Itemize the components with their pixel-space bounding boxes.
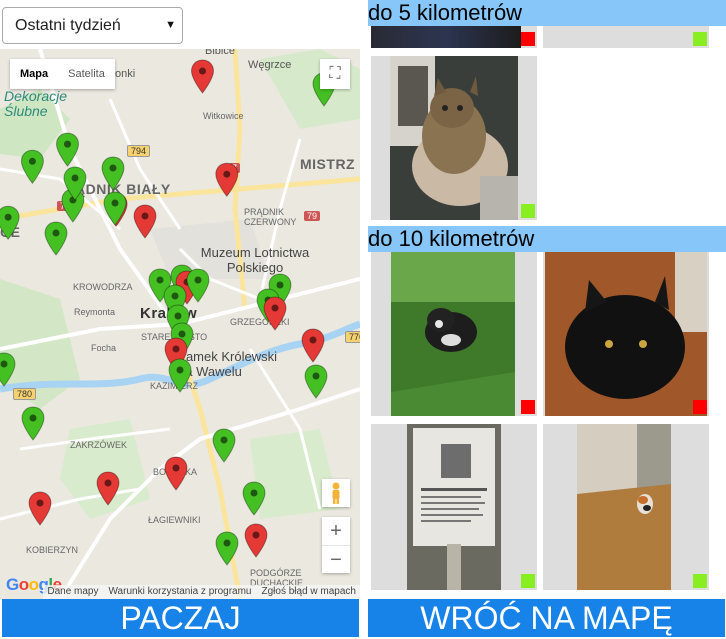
map-pin[interactable] <box>301 328 325 363</box>
map-pin[interactable] <box>0 352 16 387</box>
status-badge <box>693 574 707 588</box>
left-panel: Ostatni tydzień ▼ Bibice Węgrzce ielonki… <box>0 0 362 639</box>
map-pins <box>0 59 336 566</box>
map-pin[interactable] <box>164 456 188 491</box>
map-pin[interactable] <box>96 471 120 506</box>
map-pin[interactable] <box>21 406 45 441</box>
map-terms-link[interactable]: Warunki korzystania z programu <box>108 585 251 599</box>
back-to-map-button[interactable]: WRÓĆ NA MAPĘ <box>368 599 725 637</box>
map-type-map-button[interactable]: Mapa <box>10 59 58 89</box>
cat-photo <box>577 424 671 590</box>
map-attribution: Dane mapy Warunki korzystania z programu… <box>43 585 360 599</box>
cat-photo <box>545 252 707 416</box>
section-header-10km: do 10 kilometrów <box>368 226 726 252</box>
cat-card[interactable] <box>371 56 537 220</box>
cat-photo <box>407 424 501 590</box>
cat-photo <box>371 26 521 48</box>
map-data-link[interactable]: Dane mapy <box>47 585 98 599</box>
map-pin[interactable] <box>304 364 328 399</box>
cat-photo <box>390 56 518 220</box>
street-view-pegman-button[interactable] <box>322 479 350 507</box>
pegman-icon <box>332 482 340 504</box>
map[interactable]: Bibice Węgrzce ielonki Dekoracje Ślubne … <box>0 49 360 599</box>
cat-card[interactable] <box>371 252 537 416</box>
map-pin[interactable] <box>190 59 215 94</box>
status-badge <box>693 400 707 414</box>
zoom-in-button[interactable]: + <box>322 517 350 545</box>
cat-card[interactable] <box>543 252 709 416</box>
results-panel: do 5 kilometrów do 10 kilometrów <box>368 0 726 639</box>
period-select-value: Ostatni tydzień <box>15 17 121 34</box>
period-select[interactable]: Ostatni tydzień ▼ <box>2 7 183 44</box>
status-badge <box>521 32 535 46</box>
map-pin[interactable] <box>133 204 157 239</box>
map-pin[interactable] <box>168 358 192 393</box>
cat-card[interactable] <box>543 26 709 48</box>
cat-card[interactable] <box>371 424 537 590</box>
map-pin[interactable] <box>44 221 68 256</box>
map-pin[interactable] <box>215 531 239 566</box>
map-pin[interactable] <box>244 523 268 558</box>
paczaj-button[interactable]: PACZAJ <box>2 599 359 637</box>
status-badge <box>521 400 535 414</box>
status-badge <box>521 574 535 588</box>
map-pin[interactable] <box>212 428 236 463</box>
fullscreen-icon: ⛶ <box>329 65 341 82</box>
map-pin[interactable] <box>20 149 44 185</box>
map-pin[interactable] <box>55 132 80 167</box>
app-root: Ostatni tydzień ▼ Bibice Węgrzce ielonki… <box>0 0 726 639</box>
status-badge <box>693 32 707 46</box>
cat-card[interactable] <box>371 26 537 48</box>
map-pin[interactable] <box>0 205 20 241</box>
map-pin[interactable] <box>215 162 239 198</box>
status-badge <box>521 204 535 218</box>
chevron-down-icon: ▼ <box>165 19 176 31</box>
map-type-control: Mapa Satelita <box>10 59 115 89</box>
map-pin[interactable] <box>28 491 52 526</box>
section-header-5km: do 5 kilometrów <box>368 0 726 26</box>
map-pin[interactable] <box>242 481 266 516</box>
map-footer: Google Dane mapy Warunki korzystania z p… <box>0 575 360 599</box>
cat-card[interactable] <box>543 424 709 590</box>
map-type-satellite-button[interactable]: Satelita <box>58 59 115 89</box>
map-report-link[interactable]: Zgłoś błąd w mapach <box>262 585 357 599</box>
cat-photo <box>391 252 515 416</box>
map-pin[interactable] <box>103 191 127 226</box>
fullscreen-button[interactable]: ⛶ <box>320 59 350 89</box>
map-pin[interactable] <box>263 296 287 331</box>
zoom-out-button[interactable]: − <box>322 545 350 573</box>
zoom-control: + − <box>322 517 350 573</box>
map-pin[interactable] <box>101 156 125 191</box>
